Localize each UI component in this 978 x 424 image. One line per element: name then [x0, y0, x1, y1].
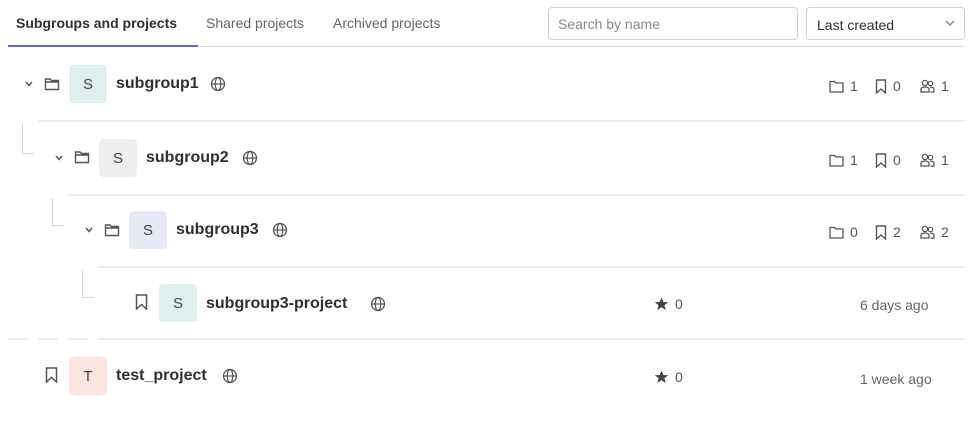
star-count-value: 0 [675, 369, 683, 385]
group-row-subgroup3[interactable]: S subgroup3 0 2 2 [0, 194, 978, 266]
tab-subgroups-and-projects[interactable]: Subgroups and projects [16, 15, 177, 31]
chevron-down-icon[interactable] [24, 79, 34, 89]
globe-icon [210, 76, 226, 92]
folder-icon [829, 80, 844, 93]
subgroups-count: 1 [829, 152, 858, 168]
projects-count-value: 0 [893, 78, 901, 94]
active-tab-indicator [8, 45, 198, 47]
bookmark-icon [135, 294, 148, 310]
bookmark-icon [875, 78, 887, 94]
group-row-subgroup1[interactable]: S subgroup1 1 0 1 [0, 48, 978, 120]
avatar[interactable]: T [69, 357, 107, 395]
users-icon [920, 79, 935, 93]
folder-icon [104, 224, 120, 237]
avatar-letter: T [83, 367, 93, 385]
group-name-link[interactable]: subgroup1 [116, 75, 199, 93]
avatar[interactable]: S [129, 211, 167, 249]
users-icon [920, 153, 935, 167]
folder-icon [74, 151, 90, 164]
star-count: 0 [654, 296, 683, 312]
globe-icon [272, 222, 288, 238]
subgroups-count-value: 1 [850, 78, 858, 94]
group-row-subgroup2[interactable]: S subgroup2 1 0 1 [0, 122, 978, 194]
globe-icon [242, 150, 258, 166]
projects-count: 0 [875, 152, 901, 168]
folder-icon [829, 226, 844, 239]
projects-count: 0 [875, 78, 901, 94]
avatar-letter: S [112, 149, 123, 167]
search-input[interactable] [549, 8, 797, 39]
globe-icon [370, 296, 386, 312]
projects-count: 2 [875, 224, 901, 240]
subgroups-count-value: 1 [850, 152, 858, 168]
updated-time: 1 week ago [860, 371, 932, 387]
members-count: 2 [920, 224, 949, 240]
projects-count-value: 2 [893, 224, 901, 240]
members-count-value: 1 [941, 152, 949, 168]
star-count: 0 [654, 369, 683, 385]
users-icon [920, 225, 935, 239]
chevron-down-icon[interactable] [84, 225, 94, 235]
avatar[interactable]: S [159, 284, 197, 322]
subgroups-count-value: 0 [850, 224, 858, 240]
projects-count-value: 0 [893, 152, 901, 168]
avatar[interactable]: S [99, 139, 137, 177]
folder-icon [44, 78, 60, 91]
avatar-letter: S [172, 294, 183, 312]
members-count: 1 [920, 152, 949, 168]
star-count-value: 0 [675, 296, 683, 312]
bookmark-icon [875, 152, 887, 168]
subgroups-count: 0 [829, 224, 858, 240]
group-name-link[interactable]: subgroup2 [146, 149, 229, 167]
sort-dropdown-label: Last created [817, 17, 895, 33]
group-name-link[interactable]: subgroup3 [176, 221, 259, 239]
globe-icon [222, 368, 238, 384]
chevron-down-icon [945, 20, 955, 26]
members-count: 1 [920, 78, 949, 94]
project-name-link[interactable]: test_project [116, 367, 207, 385]
subgroups-count: 1 [829, 78, 858, 94]
project-row-subgroup3-project[interactable]: S subgroup3-project 0 6 days ago [0, 268, 978, 340]
avatar[interactable]: S [69, 65, 107, 103]
members-count-value: 1 [941, 78, 949, 94]
star-icon [654, 370, 669, 383]
tab-archived-projects[interactable]: Archived projects [333, 15, 440, 31]
avatar-letter: S [82, 75, 93, 93]
project-row-test-project[interactable]: T test_project 0 1 week ago [0, 340, 978, 412]
updated-time: 6 days ago [860, 297, 929, 313]
project-name-link[interactable]: subgroup3-project [206, 295, 347, 313]
sort-dropdown[interactable]: Last created [806, 7, 965, 40]
folder-icon [829, 154, 844, 167]
tabs-bar: Subgroups and projects Shared projects A… [0, 0, 978, 48]
avatar-letter: S [142, 221, 153, 239]
bookmark-icon [875, 224, 887, 240]
tab-shared-projects[interactable]: Shared projects [206, 15, 304, 31]
bookmark-icon [45, 367, 58, 383]
members-count-value: 2 [941, 224, 949, 240]
chevron-down-icon[interactable] [54, 153, 64, 163]
star-icon [654, 297, 669, 310]
search-box[interactable] [548, 7, 798, 40]
